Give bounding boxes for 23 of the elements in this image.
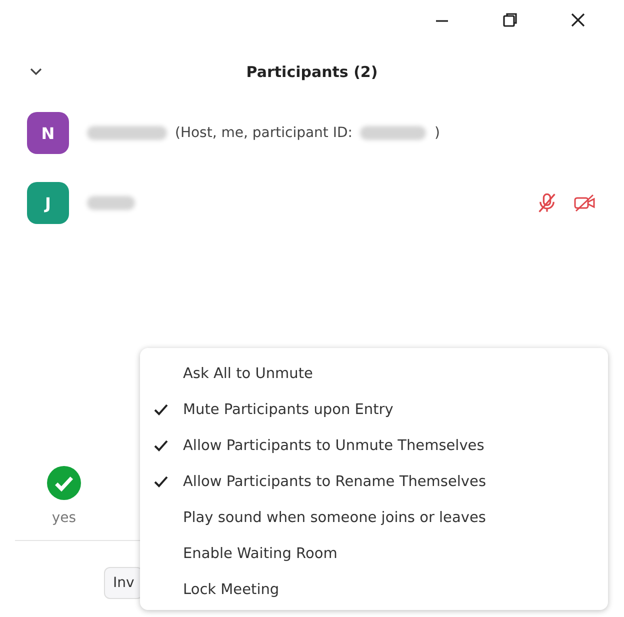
video-off-icon[interactable] [573,192,597,214]
avatar: N [27,112,69,154]
participant-role: (Host, me, participant ID: [175,125,352,141]
chevron-down-icon[interactable] [30,68,42,76]
reaction-label: yes [52,510,76,526]
menu-item-label: Allow Participants to Unmute Themselves [183,438,484,454]
menu-item[interactable]: Allow Participants to Unmute Themselves [140,428,608,464]
closing-paren: ) [434,125,440,141]
menu-item-label: Ask All to Unmute [183,366,313,382]
menu-item[interactable]: Play sound when someone joins or leaves [140,500,608,536]
close-icon[interactable] [570,12,586,28]
menu-item-label: Play sound when someone joins or leaves [183,510,486,526]
menu-item-label: Lock Meeting [183,582,280,598]
avatar: J [27,182,69,224]
menu-item[interactable]: Ask All to Unmute [140,356,608,392]
menu-item-label: Mute Participants upon Entry [183,402,394,418]
window-title: Participants (2) [246,63,378,81]
check-circle-icon[interactable] [47,466,81,500]
menu-item-label: Allow Participants to Rename Themselves [183,474,486,490]
menu-item-label: Enable Waiting Room [183,546,338,562]
restore-icon[interactable] [502,12,518,28]
menu-item[interactable]: Allow Participants to Rename Themselves [140,464,608,500]
menu-item[interactable]: Mute Participants upon Entry [140,392,608,428]
